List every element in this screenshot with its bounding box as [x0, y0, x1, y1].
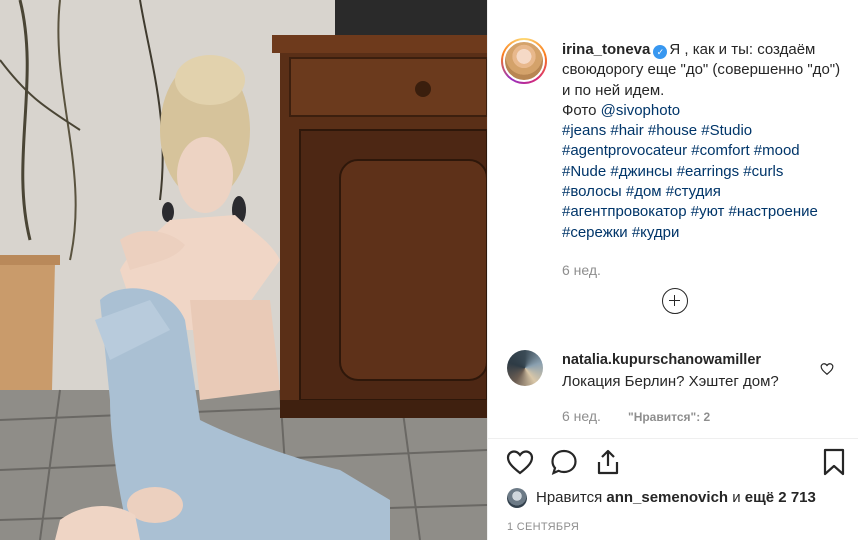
heart-icon[interactable] — [505, 447, 535, 477]
caption-text: irina_toneva ✓ Я , как и ты: создаём своюд… — [562, 40, 847, 243]
comment-likes[interactable]: "Нравится": 2 — [628, 410, 710, 424]
comment-icon[interactable] — [549, 447, 579, 477]
author-username[interactable]: irina_toneva — [562, 41, 650, 58]
verified-badge-icon: ✓ — [653, 45, 668, 59]
comment-item: natalia.kupurschanowamiller Локация Берл… — [487, 340, 858, 435]
post-photo[interactable] — [0, 0, 487, 540]
caption-photo-label: Фото — [562, 101, 601, 119]
likes-middle: и — [728, 489, 745, 506]
bookmark-icon[interactable] — [819, 447, 849, 477]
share-icon[interactable] — [593, 447, 623, 477]
author-avatar[interactable] — [501, 38, 547, 84]
caption-timeago: 6 нед. — [562, 262, 601, 278]
comment-timeago: 6 нед. — [562, 408, 601, 424]
caption-hashtags[interactable]: #jeans #hair #house #Studio #agentprovoc… — [562, 122, 818, 240]
comment-avatar[interactable] — [507, 350, 543, 386]
likes-prefix: Нравится — [536, 489, 607, 506]
comment-heart-icon[interactable] — [820, 362, 834, 376]
likes-text[interactable]: Нравится ann_semenovich и ещё 2 713 — [536, 489, 816, 506]
post-date: 1 СЕНТЯБРЯ — [507, 521, 580, 533]
post-panel: irina_toneva ✓ Я , как и ты: создаём своюд… — [487, 0, 858, 540]
actions-bar: Нравится ann_semenovich и ещё 2 713 1 СЕ… — [487, 438, 858, 540]
likes-user[interactable]: ann_semenovich — [606, 489, 728, 506]
liker-avatar[interactable] — [507, 488, 527, 508]
comment-username[interactable]: natalia.kupurschanowamiller — [562, 352, 827, 368]
comment-text: Локация Берлин? Хэштег дом? — [562, 373, 779, 390]
avatar-image — [503, 40, 545, 82]
plus-circle-icon[interactable] — [662, 288, 688, 314]
photographer-link[interactable]: @sivophoto — [601, 102, 680, 119]
post-caption: irina_toneva ✓ Я , как и ты: создаём своюд… — [487, 0, 858, 330]
likes-count[interactable]: ещё 2 713 — [745, 489, 816, 506]
